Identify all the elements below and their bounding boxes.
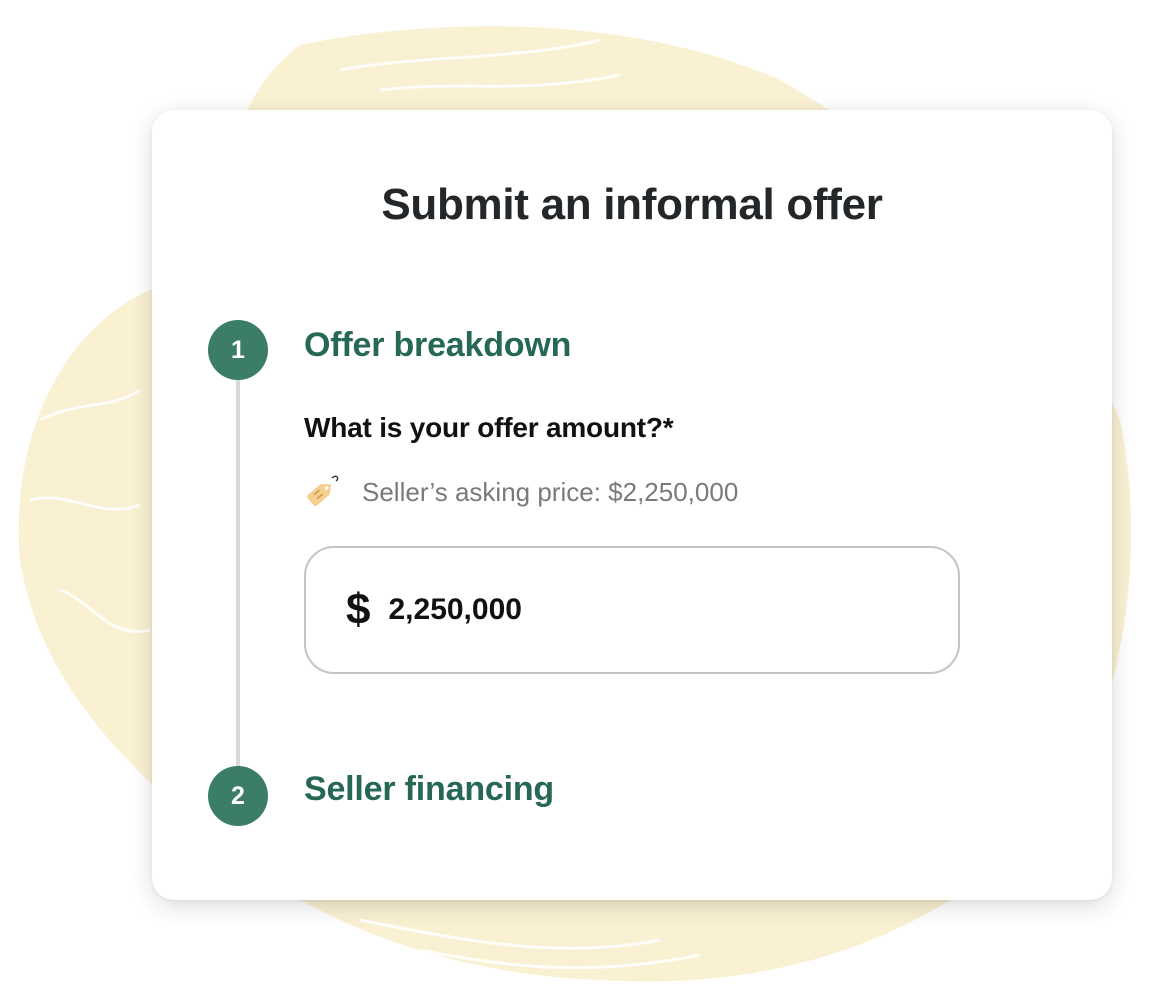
offer-card: Submit an informal offer 1 Offer breakdo…: [152, 110, 1112, 900]
page-title: Submit an informal offer: [381, 180, 883, 229]
asking-price-text: Seller’s asking price: $2,250,000: [362, 477, 739, 507]
price-tag-icon: [302, 470, 342, 515]
step-1-title[interactable]: Offer breakdown: [304, 326, 571, 365]
step-connector-line: [236, 350, 240, 795]
step-1-badge: 1: [208, 320, 268, 380]
step-2-badge: 2: [208, 766, 268, 826]
offer-amount-field[interactable]: $: [304, 546, 960, 674]
offer-amount-input[interactable]: [388, 593, 889, 627]
step-2-title[interactable]: Seller financing: [304, 770, 554, 809]
asking-price-hint: Seller’s asking price: $2,250,000: [302, 470, 738, 515]
offer-amount-label: What is your offer amount?*: [304, 412, 674, 443]
dollar-sign-icon: $: [346, 585, 371, 634]
